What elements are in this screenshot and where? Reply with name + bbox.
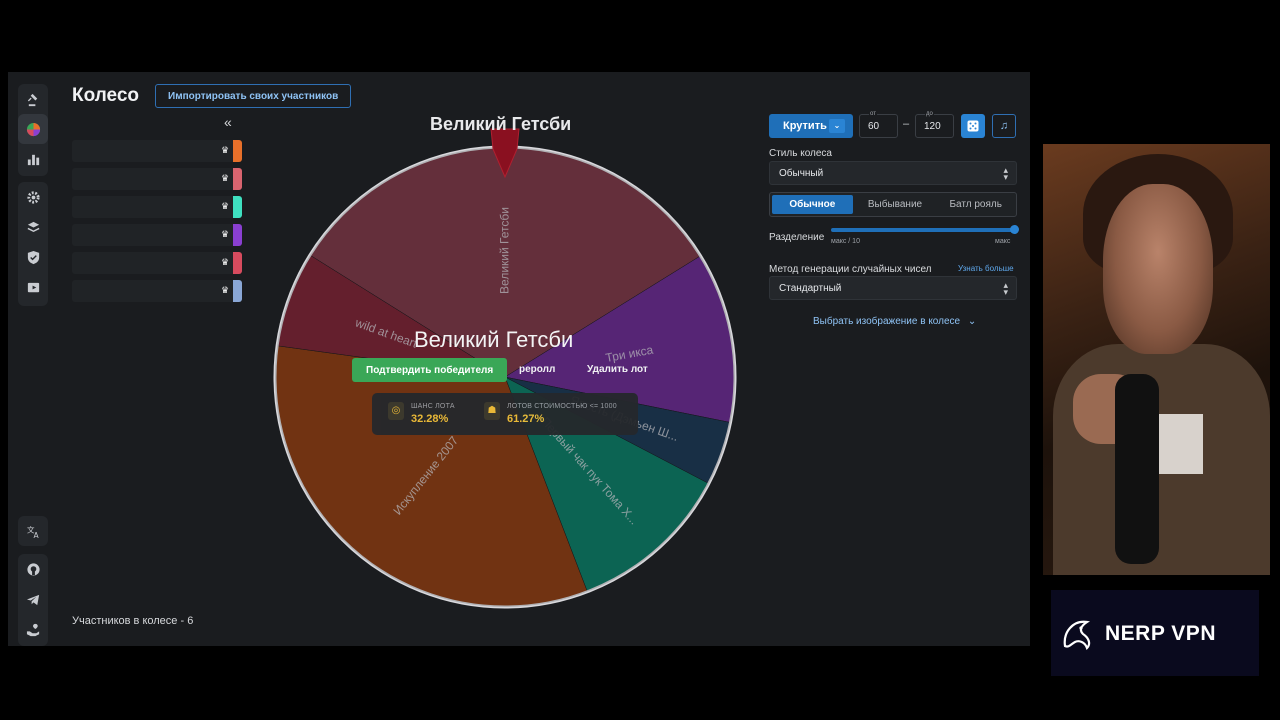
sponsor-logo-icon (1063, 620, 1091, 651)
participant-row[interactable]: ♛ (72, 168, 242, 190)
choose-wheel-image-link[interactable]: Выбрать изображение в колесе ⌄ (813, 316, 976, 327)
select-arrows-icon: ▴ ▾ (1003, 280, 1008, 297)
wheel-app-window: 文A Колесо Импортировать своих участников… (8, 72, 1030, 646)
crown-icon[interactable]: ♛ (221, 173, 232, 184)
delete-lot-button[interactable]: Удалить лот (587, 364, 648, 375)
webcam-face (1103, 184, 1213, 354)
import-participants-button[interactable]: Импортировать своих участников (155, 84, 352, 108)
wheel-style-select[interactable]: Обычный ▴ ▾ (769, 161, 1017, 185)
webcam-shirt (1153, 414, 1203, 474)
crown-icon[interactable]: ♛ (221, 257, 232, 268)
dice-icon[interactable] (961, 114, 985, 138)
participant-color-swatch[interactable] (233, 168, 242, 190)
sponsor-brand-name: NERP VPN (1105, 622, 1216, 645)
split-slider-track[interactable] (831, 228, 1017, 232)
webcam-microphone (1115, 374, 1159, 564)
crown-icon[interactable]: ♛ (221, 145, 232, 156)
participants-count: Участников в колесе - 6 (72, 615, 194, 627)
people-icon: ☗ (484, 402, 500, 420)
wheel-selected-title: Великий Гетсби (430, 114, 572, 134)
participant-row[interactable]: ♛ (72, 280, 242, 302)
spin-min-field[interactable]: от 60 (859, 111, 898, 138)
lot-chance-label: ШАНС ЛОТА (411, 403, 455, 410)
bar-chart-icon[interactable] (18, 144, 48, 174)
sponsor-banner: NERP VPN (1051, 590, 1259, 676)
split-max-label: макс (995, 238, 1011, 245)
crown-icon[interactable]: ♛ (221, 201, 232, 212)
svg-text:A: A (33, 531, 39, 539)
split-slider-handle[interactable] (1010, 225, 1019, 234)
spin-min-value: 60 (868, 121, 880, 132)
spin-button-label: Крутить (783, 120, 827, 132)
split-min-label: макс / 10 (831, 238, 860, 245)
mode-tab[interactable]: Обычное (772, 195, 853, 214)
collapse-panel-button[interactable]: « (224, 114, 232, 130)
sidebar-links (18, 554, 48, 646)
participant-color-swatch[interactable] (233, 196, 242, 218)
chevron-down-icon[interactable]: ⌄ (829, 119, 845, 133)
winner-name: Великий Гетсби (414, 327, 574, 352)
page-title: Колесо (72, 85, 140, 106)
mode-tab[interactable]: Батл рояль (935, 193, 1016, 216)
rng-method-value: Стандартный (779, 283, 842, 294)
mode-tab[interactable]: Выбывание (855, 193, 936, 216)
donate-icon[interactable] (18, 614, 48, 644)
confirm-winner-button[interactable]: Подтвердить победителя (352, 358, 508, 382)
sidebar-lang: 文A (18, 516, 48, 546)
target-icon: ◎ (388, 402, 404, 420)
rng-method-select[interactable]: Стандартный ▴ ▾ (769, 276, 1017, 300)
lot-chance-value: 32.28% (411, 413, 449, 425)
participant-color-swatch[interactable] (233, 252, 242, 274)
sidebar-nav-top (18, 84, 48, 176)
split-label: Разделение (769, 232, 825, 243)
range-dash: – (903, 118, 910, 130)
spin-button[interactable]: Крутить ⌄ (769, 114, 853, 138)
participant-row[interactable]: ♛ (72, 224, 242, 246)
crown-icon[interactable]: ♛ (221, 229, 232, 240)
choose-wheel-image-label: Выбрать изображение в колесе (813, 316, 961, 327)
wheel-icon[interactable] (18, 114, 48, 144)
reroll-button[interactable]: реролл (519, 364, 555, 375)
participant-row[interactable]: ♛ (72, 252, 242, 274)
chevron-down-icon: ⌄ (967, 316, 977, 327)
layers-icon[interactable] (18, 212, 48, 242)
participants-list: ♛ ♛ ♛ ♛ ♛ ♛ (72, 140, 242, 308)
lots-cost-value: 61.27% (507, 413, 545, 425)
gear-icon[interactable] (18, 182, 48, 212)
crown-icon[interactable]: ♛ (221, 285, 232, 296)
participant-color-swatch[interactable] (233, 140, 242, 162)
music-icon[interactable]: ♫ (992, 114, 1016, 138)
shield-icon[interactable] (18, 242, 48, 272)
mode-tabs: Обычное Выбывание Батл рояль (769, 192, 1017, 217)
wheel-style-label: Стиль колеса (769, 148, 832, 159)
gavel-icon[interactable] (18, 84, 48, 114)
webcam-video (1043, 144, 1270, 575)
spin-max-value: 120 (924, 121, 941, 132)
participant-row[interactable]: ♛ (72, 140, 242, 162)
spin-max-field[interactable]: до 120 (915, 111, 954, 138)
rng-method-label: Метод генерации случайных чисел (769, 264, 932, 275)
spin-min-caption: от (869, 111, 877, 117)
learn-more-link[interactable]: Узнать больше (958, 264, 1014, 273)
sidebar-nav-mid (18, 182, 48, 306)
participant-color-swatch[interactable] (233, 224, 242, 246)
select-arrows-icon: ▴ ▾ (1003, 165, 1008, 182)
github-icon[interactable] (18, 554, 48, 584)
wheel-style-value: Обычный (779, 168, 824, 179)
telegram-icon[interactable] (18, 584, 48, 614)
translate-icon[interactable]: 文A (18, 516, 48, 546)
participant-color-swatch[interactable] (233, 280, 242, 302)
participant-row[interactable]: ♛ (72, 196, 242, 218)
spin-max-caption: до (925, 111, 934, 117)
playlist-icon[interactable] (18, 272, 48, 302)
lots-cost-label: ЛОТОВ СТОИМОСТЬЮ <= 1000 (507, 403, 617, 410)
winner-stats-panel: ◎ ШАНС ЛОТА 32.28% ☗ ЛОТОВ СТОИМОСТЬЮ <=… (372, 393, 638, 435)
